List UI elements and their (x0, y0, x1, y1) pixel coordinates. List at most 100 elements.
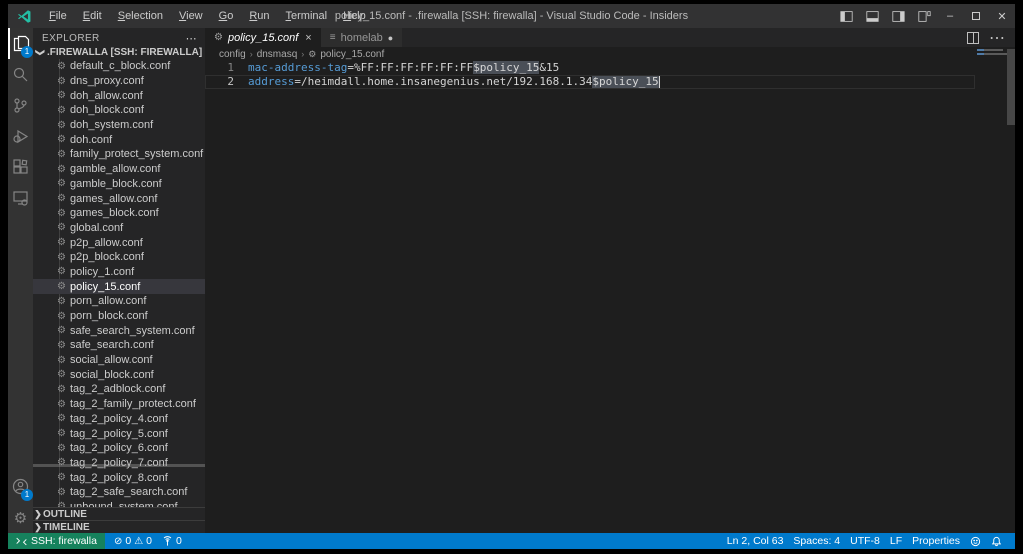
code-line-1[interactable]: 1 mac-address-tag=%FF:FF:FF:FF:FF:FF$pol… (205, 61, 975, 75)
eol-indicator[interactable]: LF (885, 535, 907, 547)
window-controls: – ✕ (833, 4, 1015, 28)
explorer-sidebar: EXPLORER ⋯ ❯ .FIREWALLA [SSH: FIREWALLA]… (33, 28, 205, 533)
file-item[interactable]: ⚙default_c_block.conf (33, 59, 205, 74)
file-item[interactable]: ⚙p2p_allow.conf (33, 235, 205, 250)
menu-view[interactable]: View (172, 8, 210, 24)
explorer-more-actions-icon[interactable]: ⋯ (186, 32, 197, 45)
menu-selection[interactable]: Selection (111, 8, 170, 24)
workspace-section-header[interactable]: ❯ .FIREWALLA [SSH: FIREWALLA] (33, 45, 205, 59)
outline-section[interactable]: ❯ OUTLINE (33, 507, 205, 520)
file-name: global.conf (70, 222, 123, 234)
gear-file-icon: ⚙ (57, 311, 66, 322)
source-control-icon[interactable] (8, 90, 33, 121)
toggle-panel-button[interactable] (859, 4, 885, 28)
file-name: p2p_allow.conf (70, 237, 143, 249)
file-item[interactable]: ⚙porn_block.conf (33, 309, 205, 324)
menu-edit[interactable]: Edit (76, 8, 109, 24)
editor-scrollbar[interactable] (1007, 49, 1015, 125)
file-item[interactable]: ⚙tag_2_policy_6.conf (33, 441, 205, 456)
gear-file-icon: ⚙ (57, 120, 66, 131)
file-item[interactable]: ⚙safe_search_system.conf (33, 323, 205, 338)
file-item[interactable]: ⚙p2p_block.conf (33, 250, 205, 265)
gear-file-icon: ⚙ (57, 178, 66, 189)
code-area[interactable]: 1 mac-address-tag=%FF:FF:FF:FF:FF:FF$pol… (205, 61, 975, 89)
file-item[interactable]: ⚙gamble_block.conf (33, 177, 205, 192)
feedback-icon[interactable] (965, 536, 986, 547)
sidebar-horizontal-scrollbar[interactable] (33, 464, 205, 467)
tab-policy-15[interactable]: ⚙ policy_15.conf × (205, 28, 321, 47)
accounts-icon[interactable]: 1 (8, 471, 33, 502)
minimap[interactable] (975, 47, 1007, 147)
modified-dot-icon[interactable]: ● (388, 33, 393, 43)
file-item[interactable]: ⚙family_protect_system.conf (33, 147, 205, 162)
file-item[interactable]: ⚙tag_2_safe_search.conf (33, 485, 205, 500)
remote-explorer-icon[interactable] (8, 183, 33, 214)
editor-more-actions-icon[interactable]: ⋯ (989, 28, 1005, 48)
file-item[interactable]: ⚙global.conf (33, 221, 205, 236)
menu-run[interactable]: Run (242, 8, 276, 24)
file-name: doh.conf (70, 134, 112, 146)
problems-indicator[interactable]: ⊘ 0 ⚠ 0 (109, 535, 157, 547)
file-item[interactable]: ⚙doh_system.conf (33, 118, 205, 133)
file-item[interactable]: ⚙games_block.conf (33, 206, 205, 221)
title-bar: FileEditSelectionViewGoRunTerminalHelp p… (8, 4, 1015, 28)
menu-terminal[interactable]: Terminal (279, 8, 335, 24)
text-cursor (659, 76, 660, 88)
code-line-2[interactable]: 2 address=/heimdall.home.insanegenius.ne… (205, 75, 975, 89)
settings-gear-icon[interactable]: ⚙ (8, 502, 33, 533)
file-item[interactable]: ⚙unbound_system.conf (33, 500, 205, 507)
file-item[interactable]: ⚙tag_2_policy_8.conf (33, 470, 205, 485)
explorer-icon[interactable]: 1 (8, 28, 33, 59)
search-icon[interactable] (8, 59, 33, 90)
file-item[interactable]: ⚙tag_2_policy_4.conf (33, 412, 205, 427)
file-item[interactable]: ⚙tag_2_adblock.conf (33, 382, 205, 397)
menu-go[interactable]: Go (212, 8, 241, 24)
customize-layout-button[interactable] (911, 4, 937, 28)
menu-bar: FileEditSelectionViewGoRunTerminalHelp (42, 8, 373, 24)
chevron-down-icon: ❯ (35, 47, 46, 57)
cursor-position[interactable]: Ln 2, Col 63 (722, 535, 789, 547)
remote-indicator[interactable]: SSH: firewalla (8, 533, 105, 549)
file-item[interactable]: ⚙ doh.conf (33, 132, 205, 147)
file-item[interactable]: ⚙social_allow.conf (33, 353, 205, 368)
breadcrumb-folder[interactable]: dnsmasq (257, 49, 298, 60)
encoding-indicator[interactable]: UTF-8 (845, 535, 885, 547)
file-name: p2p_block.conf (70, 251, 144, 263)
ports-indicator[interactable]: 0 (157, 535, 187, 547)
menu-file[interactable]: File (42, 8, 74, 24)
file-name: games_allow.conf (70, 193, 157, 205)
file-item[interactable]: ⚙tag_2_family_protect.conf (33, 397, 205, 412)
gear-file-icon: ⚙ (308, 49, 316, 60)
file-item[interactable]: ⚙porn_allow.conf (33, 294, 205, 309)
file-item[interactable]: ⚙tag_2_policy_5.conf (33, 426, 205, 441)
restore-button[interactable] (963, 4, 989, 28)
language-mode[interactable]: Properties (907, 535, 965, 547)
file-item[interactable]: ⚙doh_allow.conf (33, 88, 205, 103)
run-debug-icon[interactable] (8, 121, 33, 152)
file-item[interactable]: ⚙doh_block.conf (33, 103, 205, 118)
file-item[interactable]: ⚙policy_15.conf (33, 279, 205, 294)
minimize-button[interactable]: – (937, 4, 963, 28)
extensions-icon[interactable] (8, 152, 33, 183)
notifications-bell-icon[interactable] (986, 536, 1007, 547)
file-item[interactable]: ⚙social_block.conf (33, 367, 205, 382)
file-item[interactable]: ⚙safe_search.conf (33, 338, 205, 353)
tab-close-icon[interactable]: × (305, 32, 311, 44)
breadcrumb-folder[interactable]: config (219, 49, 246, 60)
file-item[interactable]: ⚙games_allow.conf (33, 191, 205, 206)
file-name: doh_block.conf (70, 104, 144, 116)
gear-file-icon: ⚙ (57, 355, 66, 366)
gear-file-icon: ⚙ (57, 134, 66, 145)
breadcrumb-file[interactable]: policy_15.conf (320, 49, 384, 60)
close-button[interactable]: ✕ (989, 4, 1015, 28)
file-item[interactable]: ⚙dns_proxy.conf (33, 74, 205, 89)
split-editor-icon[interactable] (967, 32, 979, 44)
toggle-secondary-sidebar-button[interactable] (885, 4, 911, 28)
file-item[interactable]: ⚙gamble_allow.conf (33, 162, 205, 177)
indentation-indicator[interactable]: Spaces: 4 (788, 535, 845, 547)
tab-homelab[interactable]: ≡ homelab ● (321, 28, 403, 47)
file-item[interactable]: ⚙tag_2_policy_7.conf (33, 456, 205, 471)
toggle-primary-sidebar-button[interactable] (833, 4, 859, 28)
file-item[interactable]: ⚙policy_1.conf (33, 265, 205, 280)
timeline-section[interactable]: ❯ TIMELINE (33, 520, 205, 533)
